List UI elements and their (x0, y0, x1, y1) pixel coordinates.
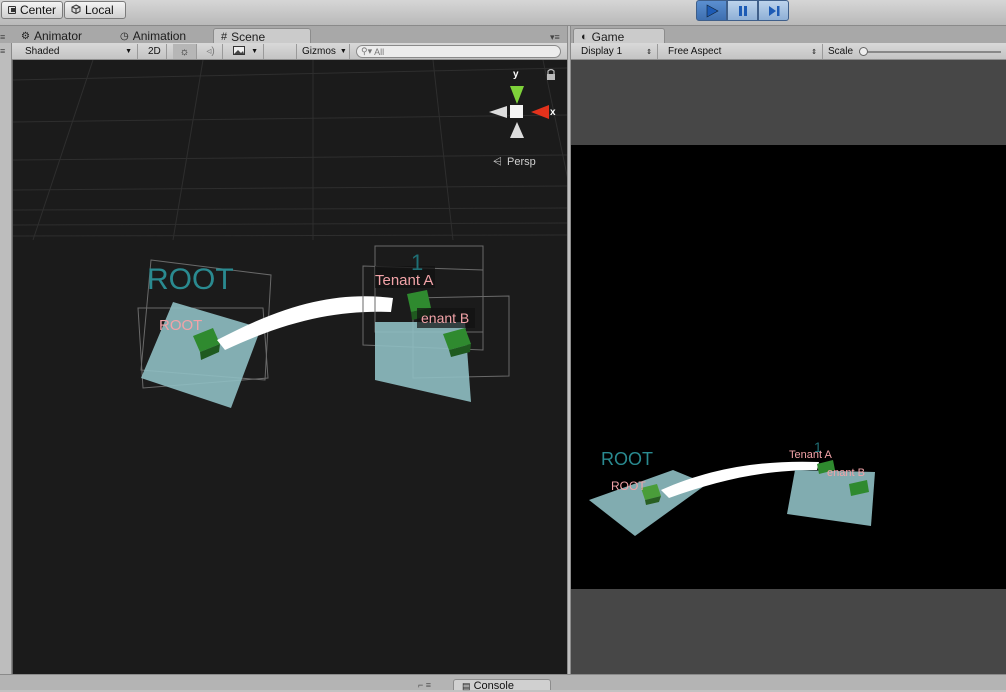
game-root-big-label: ROOT (601, 449, 653, 469)
pivot-center-button[interactable]: Center (1, 1, 63, 19)
tab-scene[interactable]: # Scene (213, 28, 311, 44)
tab-animation[interactable]: ◷ Animation (113, 28, 193, 44)
tab-console[interactable]: ▤ Console (453, 679, 551, 692)
draw-mode-label: Shaded (25, 46, 60, 57)
scale-slider-handle[interactable] (859, 46, 869, 56)
sun-icon: ☼ (179, 45, 190, 58)
scale-label: Scale (828, 46, 854, 57)
tab-game[interactable]: ◐ Game (573, 28, 665, 44)
animator-icon: ⚙ (21, 30, 30, 42)
scene-grid (13, 60, 567, 241)
audio-toggle[interactable]: ◃) (199, 44, 223, 59)
projection-arrow-icon: ⩤ (493, 156, 502, 168)
gizmo-y-label: y (513, 69, 519, 80)
dropdown-arrow-icon: ▼ (339, 48, 347, 55)
pivot-local-label: Local (85, 3, 114, 17)
left-strip-menu-icon[interactable]: ≡ (0, 46, 5, 56)
aspect-dropdown[interactable]: Free Aspect ⇕ (663, 44, 823, 59)
scene-search-input[interactable]: ⚲▾ All (356, 45, 561, 58)
game-root-small-label: ROOT (611, 479, 646, 493)
speaker-icon: ◃) (206, 46, 215, 57)
grid-icon: # (221, 30, 228, 43)
stepper-arrow-icon: ⇕ (811, 48, 817, 56)
step-icon (768, 5, 779, 16)
tab-animator[interactable]: ⚙ Animator (14, 28, 89, 44)
search-placeholder: All (374, 46, 385, 57)
gizmo-x-label: x (550, 107, 556, 118)
dropdown-arrow-icon: ▼ (251, 48, 258, 55)
play-button[interactable] (696, 0, 727, 21)
scene-menu-icon[interactable]: ▾≡ (550, 32, 560, 43)
pause-icon (738, 5, 747, 16)
pivot-center-label: Center (19, 3, 56, 17)
console-lock-icon[interactable]: ⌐ ≡ (418, 680, 431, 690)
search-icon: ⚲▾ (361, 46, 373, 56)
mode-2d-toggle[interactable]: 2D (143, 44, 167, 59)
stepper-arrow-icon: ⇕ (646, 48, 652, 56)
tab-console-label: Console (473, 680, 514, 692)
tenant-b-label: enant B (421, 310, 469, 326)
display-dropdown[interactable]: Display 1 ⇕ (576, 44, 658, 59)
dropdown-arrow-icon: ▼ (125, 48, 132, 55)
pivot-icon (8, 6, 16, 14)
lock-icon[interactable] (547, 68, 555, 81)
clock-icon: ◷ (120, 30, 129, 42)
game-tenant-a-label: Tenant A (789, 449, 832, 461)
step-button[interactable] (758, 0, 789, 21)
image-icon (233, 45, 245, 58)
game-controller-icon: ◐ (581, 30, 588, 43)
display-label: Display 1 (581, 46, 623, 57)
game-viewport: ROOT ROOT 1 Tenant A enant B (571, 60, 1006, 674)
lighting-toggle[interactable]: ☼ (173, 44, 197, 59)
scene-viewport[interactable]: ROOT ROOT 1 Tenant A enant B y x ⩤ Persp (12, 60, 567, 674)
mode-2d-label: 2D (148, 46, 161, 57)
root-small-label: ROOT (159, 317, 202, 334)
tab-animator-label: Animator (33, 29, 82, 43)
root-big-label: ROOT (147, 263, 234, 296)
gizmos-label: Gizmos (302, 46, 336, 57)
game-tenant-b-label: enant B (827, 467, 865, 479)
gizmos-dropdown[interactable]: Gizmos ▼ (296, 44, 350, 59)
tab-scene-label: Scene (231, 29, 266, 44)
scene-canvas: ROOT ROOT 1 Tenant A enant B y x ⩤ Persp (13, 60, 567, 408)
game-canvas: ROOT ROOT 1 Tenant A enant B (571, 145, 1006, 589)
tenant-a-label: Tenant A (375, 272, 433, 289)
tab-game-label: Game (591, 29, 625, 44)
pivot-local-button[interactable]: Local (64, 1, 126, 19)
main-toolbar (0, 0, 1006, 26)
pause-button[interactable] (727, 0, 758, 21)
scale-slider[interactable] (859, 46, 1001, 56)
left-panel-strip (0, 43, 12, 674)
scale-control: Scale (823, 44, 1006, 59)
aspect-label: Free Aspect (668, 46, 722, 57)
orientation-gizmo[interactable]: y x (489, 69, 556, 138)
play-icon (706, 3, 719, 18)
draw-mode-dropdown[interactable]: Shaded ▼ (20, 44, 138, 59)
left-menu-icon[interactable]: ≡ (0, 32, 5, 42)
cube-icon (71, 3, 81, 17)
effects-dropdown[interactable]: ▼ (228, 44, 264, 59)
projection-label[interactable]: Persp (507, 156, 536, 168)
tab-animation-label: Animation (132, 29, 187, 43)
